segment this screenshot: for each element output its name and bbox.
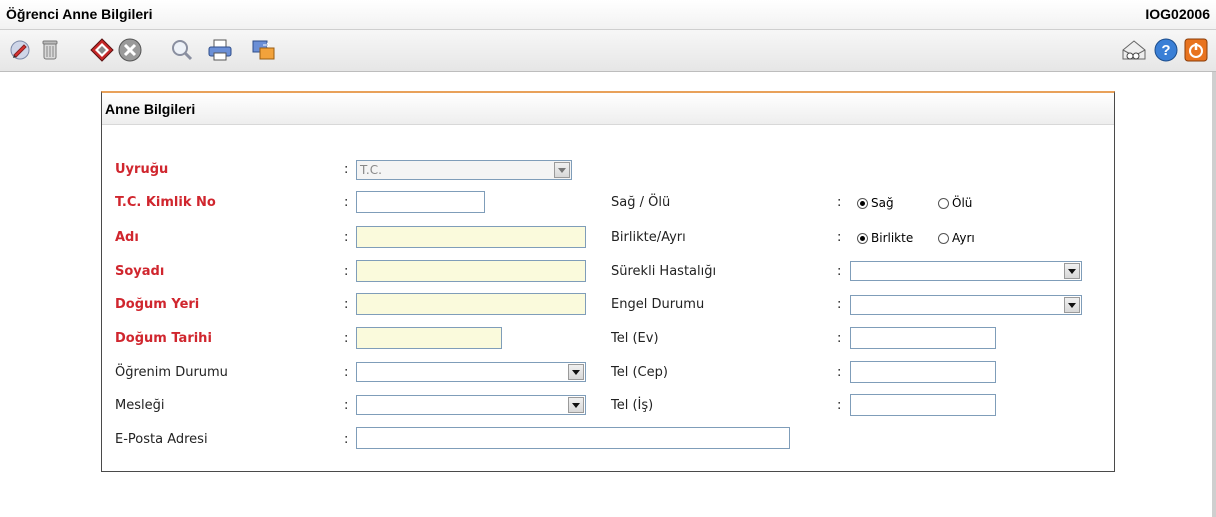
colon: : bbox=[344, 398, 349, 413]
help-icon[interactable]: ? bbox=[1152, 36, 1180, 64]
together-radio[interactable]: Birlikte bbox=[857, 231, 913, 245]
disability-select[interactable] bbox=[850, 295, 1082, 315]
chevron-down-icon[interactable] bbox=[568, 364, 584, 380]
colon: : bbox=[344, 230, 349, 245]
together-label: Birlikte/Ayrı bbox=[611, 230, 686, 245]
toolbar: ? bbox=[0, 30, 1216, 72]
colon: : bbox=[837, 365, 842, 380]
colon: : bbox=[344, 264, 349, 279]
colon: : bbox=[837, 195, 842, 210]
alive-label: Sağ / Ölü bbox=[611, 195, 671, 210]
alive-radio[interactable]: Sağ bbox=[857, 196, 894, 210]
email-label: E-Posta Adresi bbox=[115, 432, 208, 447]
colon: : bbox=[344, 297, 349, 312]
panel-title: Anne Bilgileri bbox=[105, 101, 196, 117]
disability-label: Engel Durumu bbox=[611, 297, 705, 312]
name-label: Adı bbox=[115, 230, 139, 245]
tc-no-label: T.C. Kimlik No bbox=[115, 195, 216, 210]
scrollbar[interactable] bbox=[1212, 72, 1216, 517]
colon: : bbox=[344, 195, 349, 210]
colon: : bbox=[344, 162, 349, 177]
colon: : bbox=[837, 331, 842, 346]
colon: : bbox=[837, 230, 842, 245]
nationality-value: T.C. bbox=[360, 163, 382, 177]
dead-radio[interactable]: Ölü bbox=[938, 196, 972, 210]
colon: : bbox=[837, 398, 842, 413]
chevron-down-icon[interactable] bbox=[568, 397, 584, 413]
edit-icon[interactable] bbox=[6, 36, 34, 64]
chevron-down-icon[interactable] bbox=[1064, 297, 1080, 313]
birthplace-input[interactable] bbox=[356, 293, 586, 315]
chevron-down-icon[interactable] bbox=[1064, 263, 1080, 279]
mobile-phone-label: Tel (Cep) bbox=[611, 365, 668, 380]
occupation-label: Mesleği bbox=[115, 398, 165, 413]
alive-option-label: Sağ bbox=[871, 196, 894, 210]
work-phone-input[interactable] bbox=[850, 394, 996, 416]
occupation-select[interactable] bbox=[356, 395, 586, 415]
print-icon[interactable] bbox=[206, 36, 234, 64]
illness-label: Sürekli Hastalığı bbox=[611, 264, 717, 279]
birthdate-input[interactable] bbox=[356, 327, 502, 349]
home-phone-input[interactable] bbox=[850, 327, 996, 349]
search-icon[interactable] bbox=[168, 36, 196, 64]
illness-select[interactable] bbox=[850, 261, 1082, 281]
email-input[interactable] bbox=[356, 427, 790, 449]
chevron-down-icon[interactable] bbox=[554, 162, 570, 178]
education-label: Öğrenim Durumu bbox=[115, 365, 228, 380]
surname-label: Soyadı bbox=[115, 264, 165, 279]
tc-no-input[interactable] bbox=[356, 191, 485, 213]
colon: : bbox=[344, 432, 349, 447]
transfer-icon[interactable] bbox=[250, 36, 278, 64]
radio-unchecked-icon bbox=[938, 232, 949, 244]
name-input[interactable] bbox=[356, 226, 586, 248]
work-phone-label: Tel (İş) bbox=[611, 398, 654, 413]
mobile-phone-input[interactable] bbox=[850, 361, 996, 383]
colon: : bbox=[837, 297, 842, 312]
apart-radio[interactable]: Ayrı bbox=[938, 231, 975, 245]
home-phone-label: Tel (Ev) bbox=[611, 331, 659, 346]
save-icon[interactable] bbox=[88, 36, 116, 64]
colon: : bbox=[344, 331, 349, 346]
title-bar: Öğrenci Anne Bilgileri IOG02006 bbox=[0, 0, 1216, 30]
colon: : bbox=[837, 264, 842, 279]
exit-icon[interactable] bbox=[1182, 36, 1210, 64]
cancel-icon[interactable] bbox=[116, 36, 144, 64]
education-select[interactable] bbox=[356, 362, 586, 382]
birthplace-label: Doğum Yeri bbox=[115, 297, 200, 312]
birthdate-label: Doğum Tarihi bbox=[115, 331, 212, 346]
form-code: IOG02006 bbox=[1145, 6, 1210, 22]
colon: : bbox=[344, 365, 349, 380]
mother-info-panel: Anne Bilgileri Uyruğu T.C. Kimlik No Adı… bbox=[101, 91, 1115, 472]
svg-text:?: ? bbox=[1161, 42, 1170, 59]
radio-checked-icon bbox=[857, 197, 868, 209]
dead-option-label: Ölü bbox=[952, 196, 973, 210]
nationality-select[interactable]: T.C. bbox=[356, 160, 572, 180]
panel-header: Anne Bilgileri bbox=[102, 93, 1114, 125]
apart-option-label: Ayrı bbox=[952, 231, 975, 245]
window-title: Öğrenci Anne Bilgileri bbox=[6, 6, 153, 22]
radio-checked-icon bbox=[857, 232, 868, 244]
nationality-label: Uyruğu bbox=[115, 162, 169, 177]
radio-unchecked-icon bbox=[938, 197, 949, 209]
surname-input[interactable] bbox=[356, 260, 586, 282]
mail-icon[interactable] bbox=[1120, 36, 1148, 64]
delete-icon[interactable] bbox=[36, 36, 64, 64]
together-option-label: Birlikte bbox=[871, 231, 914, 245]
